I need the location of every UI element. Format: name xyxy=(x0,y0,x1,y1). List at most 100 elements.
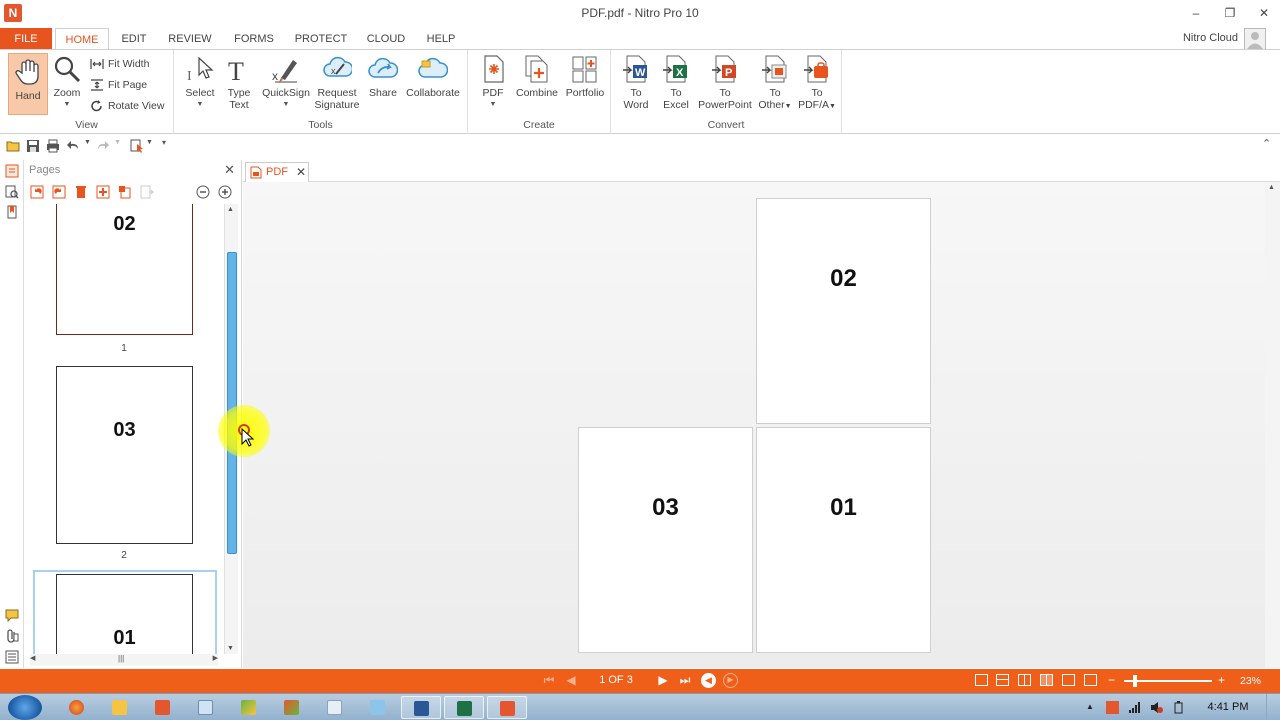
close-window-button[interactable]: ✕ xyxy=(1252,4,1276,22)
find-panel-icon[interactable] xyxy=(5,185,19,199)
open-folder-icon[interactable] xyxy=(6,139,20,153)
hand-tool-button[interactable]: Hand xyxy=(8,53,48,115)
last-page-icon[interactable]: ⏭ xyxy=(678,673,692,687)
rotate-right-page-icon[interactable] xyxy=(52,185,66,199)
select-button[interactable]: I Select ▼ xyxy=(182,54,218,111)
type-text-button[interactable]: T Type Text xyxy=(222,54,256,111)
scroll-left-arrow[interactable]: ◀ xyxy=(30,654,35,662)
document-canvas[interactable]: 02 03 01 xyxy=(243,182,1265,668)
page-thumbnail-1[interactable]: 02 xyxy=(56,204,193,335)
show-hidden-icons-icon[interactable]: ▲ xyxy=(1086,702,1094,711)
print-icon[interactable] xyxy=(46,139,60,153)
attachments-panel-icon[interactable] xyxy=(5,629,19,643)
customize-qat-icon[interactable]: ▾ xyxy=(162,138,166,147)
collaborate-button[interactable]: Collaborate xyxy=(404,54,462,99)
undo-dropdown-arrow[interactable]: ▼ xyxy=(84,139,91,146)
tab-home[interactable]: HOME xyxy=(55,28,109,50)
facing-view-icon[interactable] xyxy=(1018,674,1031,686)
share-button[interactable]: Share xyxy=(366,54,400,99)
taskbar-notepad[interactable] xyxy=(185,696,225,719)
rotate-view-button[interactable]: Rotate View xyxy=(90,98,164,114)
to-powerpoint-button[interactable]: P To PowerPoint xyxy=(695,54,755,111)
next-page-icon[interactable]: ▶ xyxy=(656,673,670,687)
select-tool-qat-icon[interactable] xyxy=(130,139,144,153)
tab-edit[interactable]: EDIT xyxy=(114,28,154,50)
zoom-in-button[interactable]: + xyxy=(1218,673,1225,687)
continuous-view-icon[interactable] xyxy=(996,674,1009,686)
show-desktop-button[interactable] xyxy=(1266,694,1280,720)
network-icon[interactable] xyxy=(1128,701,1141,714)
collapse-ribbon-icon[interactable]: ⌃ xyxy=(1262,137,1271,150)
zoom-slider[interactable] xyxy=(1124,680,1212,682)
page-thumbnail-3[interactable]: 01 xyxy=(56,574,193,654)
scroll-down-arrow[interactable]: ▼ xyxy=(227,645,234,652)
fit-page-status-icon[interactable] xyxy=(1062,674,1075,686)
taskbar-app-6[interactable] xyxy=(271,696,311,719)
create-pdf-button[interactable]: PDF ▼ xyxy=(476,54,510,111)
close-tab-icon[interactable]: ✕ xyxy=(296,163,306,181)
single-page-view-icon[interactable] xyxy=(975,674,988,686)
save-icon[interactable] xyxy=(26,139,40,153)
document-vertical-scrollbar[interactable]: ▲ xyxy=(1265,182,1280,668)
facing-continuous-view-icon[interactable] xyxy=(1040,674,1053,686)
taskbar-explorer[interactable] xyxy=(99,696,139,719)
taskbar-firefox[interactable] xyxy=(56,696,96,719)
zoom-slider-handle[interactable] xyxy=(1133,675,1137,687)
volume-muted-icon[interactable] xyxy=(1150,701,1163,714)
page-indicator[interactable]: 1 OF 3 xyxy=(590,674,642,686)
extract-page-icon[interactable] xyxy=(118,185,132,199)
zoom-level[interactable]: 23% xyxy=(1240,675,1261,687)
tab-file[interactable]: FILE xyxy=(0,28,52,50)
taskbar-word[interactable] xyxy=(401,696,441,719)
to-pdfa-button[interactable]: To PDF/A▼ xyxy=(797,54,837,113)
pages-panel-close-button[interactable]: ✕ xyxy=(224,162,235,178)
output-panel-icon[interactable] xyxy=(5,650,19,664)
quicksign-button[interactable]: x QuickSign ▼ xyxy=(258,54,314,111)
document-page-3[interactable]: 01 xyxy=(756,427,931,653)
taskbar-nitro-pinned[interactable] xyxy=(142,696,182,719)
insert-page-icon[interactable] xyxy=(96,185,110,199)
fit-page-button[interactable]: Fit Page xyxy=(90,77,147,93)
portfolio-button[interactable]: Portfolio xyxy=(562,54,608,99)
taskbar-store[interactable] xyxy=(357,696,397,719)
forward-view-icon[interactable]: ▶ xyxy=(723,673,738,688)
zoom-in-thumbnails-icon[interactable] xyxy=(218,185,232,199)
thumbnail-horizontal-scrollbar[interactable]: ◀ ||| ▶ xyxy=(30,654,218,666)
thumbnail-scroll-thumb[interactable] xyxy=(227,252,237,554)
to-excel-button[interactable]: X To Excel xyxy=(659,54,693,111)
tray-nitro-icon[interactable] xyxy=(1106,701,1119,714)
power-icon[interactable] xyxy=(1172,701,1185,714)
restore-button[interactable]: ❐ xyxy=(1218,4,1242,22)
nitro-cloud-account[interactable]: Nitro Cloud xyxy=(1183,32,1238,44)
pages-panel-icon[interactable] xyxy=(5,164,19,178)
zoom-out-button[interactable]: − xyxy=(1108,673,1115,687)
to-other-button[interactable]: To Other▼ xyxy=(757,54,793,113)
back-view-icon[interactable]: ◀ xyxy=(701,673,716,688)
zoom-button[interactable]: Zoom ▼ xyxy=(50,54,84,111)
document-tab[interactable]: PDF ✕ xyxy=(245,162,309,182)
document-page-2[interactable]: 03 xyxy=(578,427,753,653)
fit-width-status-icon[interactable] xyxy=(1084,674,1097,686)
scroll-up-arrow[interactable]: ▲ xyxy=(227,206,234,213)
comments-panel-icon[interactable] xyxy=(5,608,19,622)
start-button[interactable] xyxy=(8,695,42,720)
avatar[interactable] xyxy=(1244,28,1266,50)
taskbar-mail[interactable] xyxy=(314,696,354,719)
rotate-left-page-icon[interactable] xyxy=(30,185,44,199)
document-page-1[interactable]: 02 xyxy=(756,198,931,424)
combine-button[interactable]: Combine xyxy=(514,54,560,99)
taskbar-clock[interactable]: 4:41 PM xyxy=(1200,701,1256,713)
previous-page-icon[interactable]: ◀ xyxy=(564,673,578,687)
taskbar-excel[interactable] xyxy=(444,696,484,719)
replace-page-icon[interactable] xyxy=(140,185,154,199)
fit-width-button[interactable]: Fit Width xyxy=(90,56,149,72)
page-thumbnail-2[interactable]: 03 xyxy=(56,366,193,544)
taskbar-paint[interactable] xyxy=(228,696,268,719)
undo-icon[interactable] xyxy=(66,139,80,153)
scroll-right-arrow[interactable]: ▶ xyxy=(213,654,218,662)
redo-dropdown-arrow[interactable]: ▼ xyxy=(114,139,121,146)
to-word-button[interactable]: W To Word xyxy=(619,54,653,111)
tab-help[interactable]: HELP xyxy=(420,28,462,50)
zoom-out-thumbnails-icon[interactable] xyxy=(196,185,210,199)
redo-icon[interactable] xyxy=(96,139,110,153)
